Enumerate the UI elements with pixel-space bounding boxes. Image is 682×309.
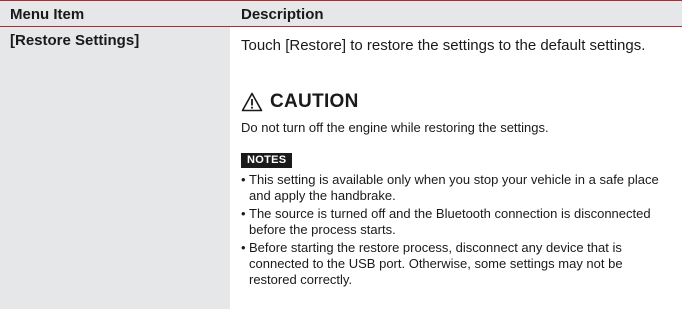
note-text: The source is turned off and the Bluetoo… bbox=[249, 206, 651, 237]
menu-item-label: [Restore Settings] bbox=[10, 32, 140, 49]
note-item: • The source is turned off and the Bluet… bbox=[241, 206, 671, 238]
warning-triangle-icon bbox=[241, 92, 263, 112]
note-text: Before starting the restore process, dis… bbox=[249, 240, 623, 287]
notes-badge: NOTES bbox=[241, 153, 293, 168]
caution-text: Do not turn off the engine while restori… bbox=[241, 120, 549, 135]
header-description: Description bbox=[241, 6, 324, 23]
bullet: • bbox=[241, 240, 246, 255]
note-item: • Before starting the restore process, d… bbox=[241, 240, 671, 288]
menu-item-cell: [Restore Settings] bbox=[0, 27, 230, 309]
description-cell: Touch [Restore] to restore the settings … bbox=[230, 27, 682, 309]
header-menu-item: Menu Item bbox=[10, 6, 85, 23]
caution-heading: CAUTION bbox=[241, 89, 359, 115]
bullet: • bbox=[241, 206, 246, 221]
note-text: This setting is available only when you … bbox=[249, 172, 659, 203]
caution-label: CAUTION bbox=[270, 91, 359, 112]
notes-list: • This setting is available only when yo… bbox=[241, 172, 671, 290]
settings-table: Menu Item Description [Restore Settings]… bbox=[0, 0, 682, 309]
bullet: • bbox=[241, 172, 246, 187]
table-header-row: Menu Item Description bbox=[0, 0, 682, 27]
note-item: • This setting is available only when yo… bbox=[241, 172, 671, 204]
description-text: Touch [Restore] to restore the settings … bbox=[241, 37, 646, 54]
